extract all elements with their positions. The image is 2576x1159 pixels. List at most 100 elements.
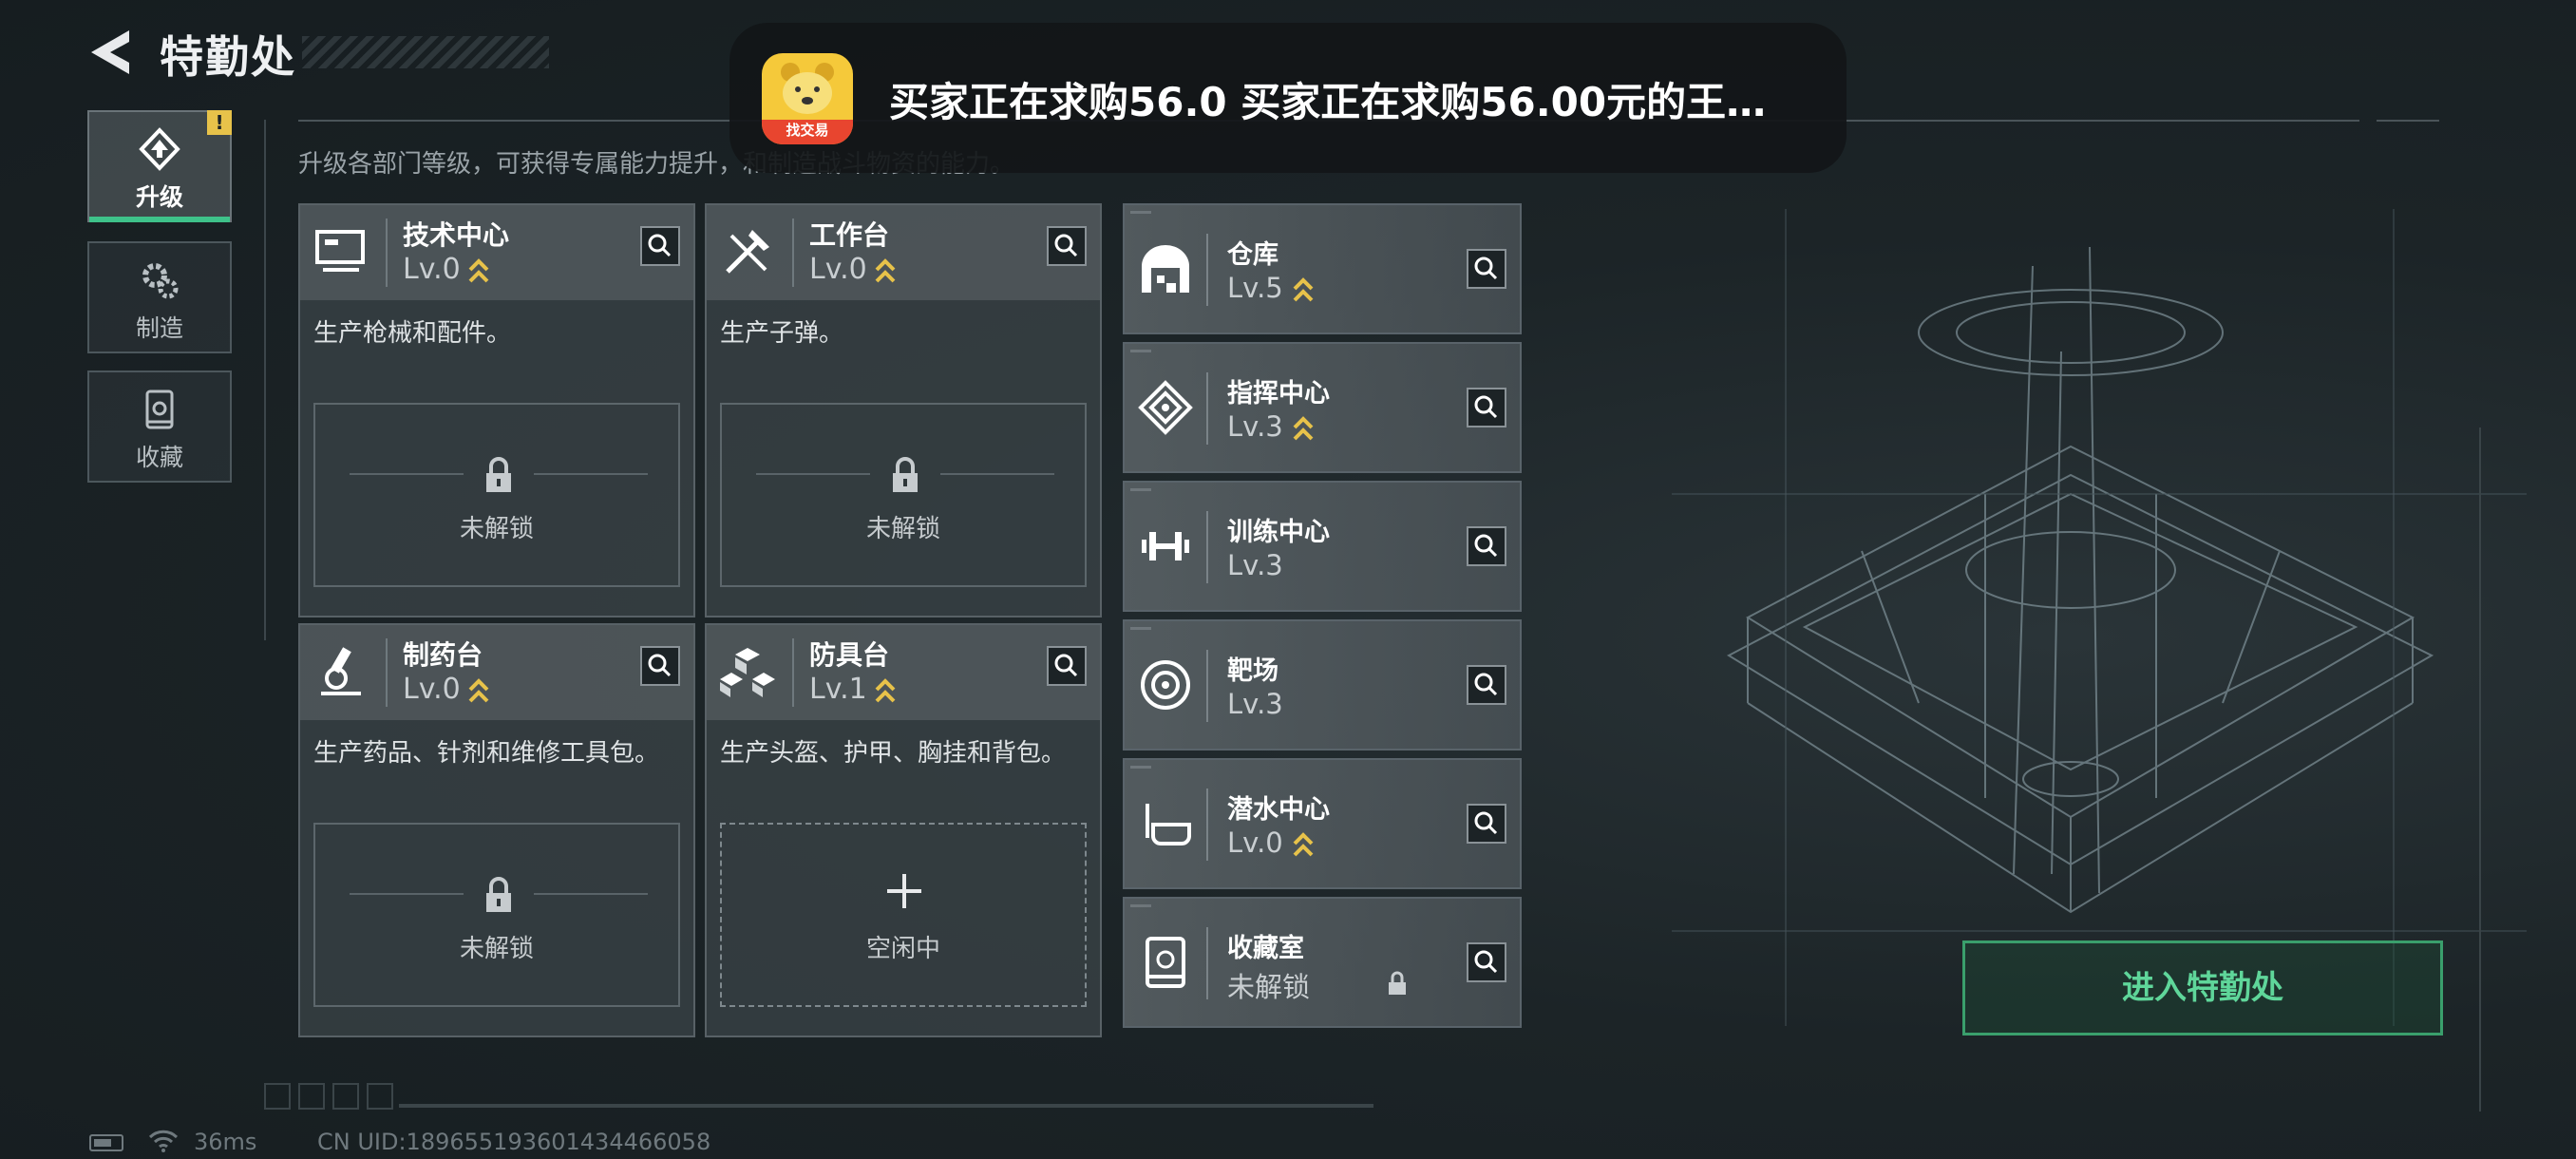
search-button[interactable] (640, 226, 680, 266)
department-name: 技术中心 (403, 219, 510, 251)
divider (2479, 428, 2481, 1112)
enter-special-ops-button[interactable]: 进入特勤处 (1962, 940, 2443, 1036)
upgrade-arrow-icon (875, 678, 896, 703)
slot-status: 未解锁 (865, 515, 940, 543)
department-card-pharmacy[interactable]: 制药台 Lv.0 生产药品、针剂和维修工具包。 未解锁 (298, 623, 695, 1037)
collection-icon (145, 390, 174, 429)
department-level: Lv.0 (809, 253, 867, 286)
search-icon (1474, 395, 1498, 419)
target-icon (1141, 660, 1190, 710)
divider (792, 638, 794, 707)
nav-tab-collection[interactable]: 收藏 (87, 370, 232, 483)
facility-card-command-center[interactable]: 指挥中心 Lv.3 (1123, 342, 1522, 473)
facility-name: 仓库 (1227, 240, 1279, 270)
warehouse-icon (1142, 245, 1189, 293)
app-badge: 找交易 (786, 122, 829, 139)
dumbbell-icon (1142, 532, 1189, 560)
facility-level: Lv.5 (1227, 272, 1283, 304)
upgrade-arrow-icon (1293, 832, 1314, 857)
armor-boxes-icon (720, 648, 775, 697)
ping-value: 36ms (194, 1129, 257, 1155)
slot-status: 空闲中 (865, 935, 940, 963)
page-title: 特勤处 (160, 31, 296, 83)
facility-level: Lv.3 (1227, 410, 1283, 443)
add-icon (887, 874, 921, 908)
facility-level: Lv.0 (1227, 826, 1283, 859)
lock-icon (486, 457, 511, 492)
nav-tab-label: 收藏 (135, 444, 183, 471)
search-button[interactable] (1047, 226, 1087, 266)
production-slot: 未解锁 (720, 403, 1087, 587)
divider (386, 218, 388, 287)
search-icon (1474, 256, 1498, 280)
department-card-tech-center[interactable]: 技术中心 Lv.0 生产枪械和配件。 未解锁 (298, 203, 695, 618)
divider (1206, 788, 1208, 861)
facility-card-training-center[interactable]: 训练中心 Lv.3 (1123, 481, 1522, 612)
upgrade-arrow-icon (875, 258, 896, 283)
search-icon (1474, 811, 1498, 835)
card-decoration (1130, 627, 1151, 630)
upgrade-arrow-icon (468, 678, 489, 703)
department-description: 生产子弹。 (720, 319, 844, 348)
search-icon (1474, 673, 1498, 696)
divider (534, 473, 648, 475)
upgrade-icon (139, 127, 180, 171)
department-name: 制药台 (403, 639, 483, 671)
department-card-armor-bench[interactable]: 防具台 Lv.1 生产头盔、护甲、胸挂和背包。 空闲中 (705, 623, 1102, 1037)
facility-card-shooting-range[interactable]: 靶场 Lv.3 (1123, 619, 1522, 750)
nav-tab-upgrade[interactable]: 升级 ! (87, 110, 232, 222)
card-decoration (1130, 766, 1151, 769)
production-slot: 未解锁 (313, 403, 680, 587)
search-button[interactable] (640, 646, 680, 686)
notification-banner[interactable]: 找交易 买家正在求购56.0 买家正在求购56.00元的王… (729, 23, 1847, 173)
divider (264, 120, 266, 640)
divider (350, 473, 464, 475)
department-description: 生产头盔、护甲、胸挂和背包。 (720, 739, 1067, 768)
search-icon (648, 234, 672, 257)
divider (1206, 234, 1208, 306)
search-button[interactable] (1467, 249, 1506, 289)
facility-name: 靶场 (1227, 656, 1279, 686)
department-description: 生产药品、针剂和维修工具包。 (313, 739, 660, 768)
nav-tab-craft[interactable]: 制造 (87, 241, 232, 353)
upgrade-arrow-icon (1293, 416, 1314, 441)
facility-name: 潜水中心 (1227, 795, 1330, 825)
battery-icon (89, 1134, 123, 1151)
production-slot-idle[interactable]: 空闲中 (720, 823, 1087, 1007)
search-button[interactable] (1467, 942, 1506, 982)
nav-tab-label: 升级 (135, 183, 183, 211)
search-button[interactable] (1467, 388, 1506, 428)
search-button[interactable] (1047, 646, 1087, 686)
divider (399, 1104, 1373, 1108)
facility-card-collection-room[interactable]: 收藏室 未解锁 (1123, 897, 1522, 1028)
decoration (367, 1083, 393, 1110)
decoration (332, 1083, 359, 1110)
back-arrow-icon[interactable] (87, 27, 135, 78)
facility-card-diving-center[interactable]: 潜水中心 Lv.0 (1123, 758, 1522, 889)
card-decoration (1130, 488, 1151, 491)
search-button[interactable] (1467, 804, 1506, 844)
divider (1206, 511, 1208, 583)
department-name: 工作台 (809, 219, 890, 251)
notification-message: 买家正在求购56.0 买家正在求购56.00元的王… (889, 79, 1767, 125)
search-button[interactable] (1467, 526, 1506, 566)
lock-icon (1389, 971, 1406, 995)
divider (792, 218, 794, 287)
department-card-workbench[interactable]: 工作台 Lv.0 生产子弹。 未解锁 (705, 203, 1102, 618)
divider (2377, 120, 2439, 122)
upgrade-arrow-icon (1293, 277, 1314, 302)
alert-badge: ! (207, 110, 232, 135)
title-decoration (302, 36, 549, 68)
search-icon (1054, 654, 1078, 677)
facility-card-warehouse[interactable]: 仓库 Lv.5 (1123, 203, 1522, 334)
decoration (264, 1083, 291, 1110)
facility-name: 收藏室 (1227, 934, 1304, 963)
upgrade-arrow-icon (468, 258, 489, 283)
department-description: 生产枪械和配件。 (313, 319, 512, 348)
decoration (298, 1083, 325, 1110)
slot-status: 未解锁 (459, 935, 534, 963)
card-decoration (1130, 904, 1151, 907)
divider (756, 473, 870, 475)
nav-tab-label: 制造 (135, 314, 183, 342)
search-button[interactable] (1467, 665, 1506, 705)
